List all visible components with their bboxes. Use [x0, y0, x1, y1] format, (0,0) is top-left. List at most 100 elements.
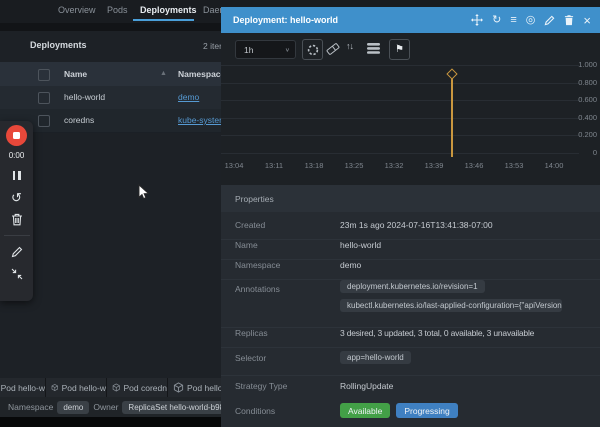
collapse-icon [11, 268, 23, 280]
namespace-link[interactable]: demo [178, 92, 199, 102]
x-tick: 13:39 [416, 161, 452, 170]
discard-recording-button[interactable] [11, 213, 23, 226]
event-marker-line [451, 74, 453, 157]
sort-icon[interactable]: ↑↓ [346, 41, 353, 51]
restart-recording-button[interactable]: ↺ [11, 191, 22, 204]
deployment-detail-drawer: Deployment: hello-world ↻ ≡ ◎ × 1h [221, 7, 600, 427]
trash-icon [11, 213, 23, 226]
gridline [221, 153, 579, 154]
y-tick: 0 [563, 148, 597, 157]
recorder-divider [4, 235, 30, 236]
dock-info-bar: Namespace demo Owner ReplicaSet hello-wo… [0, 397, 222, 417]
panel-title: Deployments [30, 40, 87, 50]
close-icon[interactable]: × [583, 15, 591, 26]
property-row-name: Name hello-world [221, 240, 600, 260]
property-label: Replicas [235, 328, 340, 347]
target-icon[interactable]: ◎ [526, 15, 536, 26]
row-checkbox[interactable] [38, 115, 50, 127]
x-tick: 13:46 [456, 161, 492, 170]
property-value: RollingUpdate [340, 381, 393, 401]
gridline [221, 135, 579, 136]
annotation-badge[interactable]: deployment.kubernetes.io/revision=1 [340, 280, 485, 293]
move-icon[interactable] [471, 14, 483, 26]
y-tick: 0.800 [563, 78, 597, 87]
select-all-checkbox[interactable] [38, 69, 50, 81]
flag-button[interactable]: ⚑ [389, 39, 410, 60]
column-header-namespace[interactable]: Namespace [178, 69, 225, 79]
dock-tab-pod[interactable]: Pod hello-w [0, 378, 46, 397]
gridline [221, 118, 579, 119]
gridline [221, 65, 579, 66]
drawer-title: Deployment: hello-world [233, 15, 338, 25]
dock-tab-label: Pod hello-w [62, 383, 106, 393]
stop-recording-button[interactable] [6, 125, 27, 146]
eraser-icon [326, 43, 340, 55]
pod-icon [173, 382, 184, 393]
time-range-select[interactable]: 1h ∨ [235, 40, 296, 59]
time-range-value: 1h [244, 45, 253, 55]
property-label: Selector [235, 348, 340, 375]
dock-tab-label: Pod hello-w [1, 383, 45, 393]
event-marker-diamond [446, 68, 457, 79]
metrics-chart: 1h ∨ ↑↓ ⚑ 1.000 0. [221, 33, 600, 185]
dock-tab-label: Pod hello- [187, 383, 222, 393]
annotation-badge[interactable]: kubectl.kubernetes.io/last-applied-confi… [340, 299, 562, 312]
tab-overview[interactable]: Overview [58, 5, 96, 15]
tab-deployments[interactable]: Deployments [140, 5, 197, 15]
x-tick: 13:32 [376, 161, 412, 170]
refresh-interval-button[interactable] [302, 39, 323, 60]
namespace-link[interactable]: demo [340, 260, 361, 279]
recorder-toolbar: 0:00 ↺ [0, 121, 33, 301]
property-value: 23m 1s ago 2024-07-16T13:41:38-07:00 [340, 220, 493, 239]
gridline [221, 83, 579, 84]
menu-icon[interactable]: ≡ [510, 15, 516, 26]
edit-icon[interactable] [544, 15, 555, 26]
bottom-dock: Pod hello-w Pod hello-w Pod coredn Pod h… [0, 378, 222, 427]
pod-icon [51, 382, 59, 393]
pencil-icon [11, 246, 23, 258]
namespace-label: Namespace [8, 402, 53, 412]
namespace-badge[interactable]: demo [57, 401, 89, 414]
dock-tab-pod[interactable]: Pod hello- [168, 378, 222, 397]
x-tick: 13:04 [216, 161, 252, 170]
y-tick: 0.200 [563, 130, 597, 139]
x-tick: 13:18 [296, 161, 332, 170]
property-label: Annotations [235, 280, 340, 327]
owner-badge[interactable]: ReplicaSet hello-world-b98478985 [122, 401, 222, 414]
owner-label: Owner [93, 402, 118, 412]
spinner-icon [307, 44, 319, 56]
collapse-toolbar-button[interactable] [11, 267, 23, 280]
properties-section-header: Properties [221, 185, 600, 212]
y-tick: 1.000 [563, 60, 597, 69]
dock-tab-pod[interactable]: Pod coredn [107, 378, 168, 397]
dock-tab-label: Pod coredn [124, 383, 167, 393]
refresh-icon[interactable]: ↻ [492, 15, 501, 26]
draw-button[interactable] [11, 245, 23, 258]
property-row-namespace: Namespace demo [221, 260, 600, 280]
property-value: hello-world [340, 240, 381, 259]
app-window: Overview Pods Deployments Daem Deploymen… [0, 0, 600, 427]
property-value: 3 desired, 3 updated, 3 total, 0 availab… [340, 328, 534, 347]
recording-timer: 0:00 [9, 151, 25, 160]
condition-badge-available[interactable]: Available [340, 403, 390, 418]
sort-arrow-icon[interactable]: ▲ [160, 70, 167, 77]
pause-button[interactable] [13, 169, 21, 182]
property-row-conditions: Conditions AvailableProgressing [221, 401, 600, 427]
stack-icon[interactable] [367, 43, 380, 54]
column-header-name[interactable]: Name [64, 69, 87, 79]
x-tick: 13:25 [336, 161, 372, 170]
deployment-name: coredns [64, 115, 94, 125]
row-checkbox[interactable] [38, 92, 50, 104]
clear-chart-button[interactable] [326, 43, 340, 55]
delete-icon[interactable] [564, 14, 574, 26]
tab-pods[interactable]: Pods [107, 5, 128, 15]
condition-badge-progressing[interactable]: Progressing [396, 403, 457, 418]
property-row-strategy: Strategy Type RollingUpdate [221, 381, 600, 401]
x-tick: 13:53 [496, 161, 532, 170]
dock-tab-strip: Pod hello-w Pod hello-w Pod coredn Pod h… [0, 378, 222, 397]
namespace-link[interactable]: kube-system [178, 115, 226, 125]
selector-badge[interactable]: app=hello-world [340, 351, 411, 364]
mouse-cursor [138, 184, 150, 201]
dock-tab-pod[interactable]: Pod hello-w [46, 378, 107, 397]
drawer-header: Deployment: hello-world ↻ ≡ ◎ × [221, 7, 600, 33]
